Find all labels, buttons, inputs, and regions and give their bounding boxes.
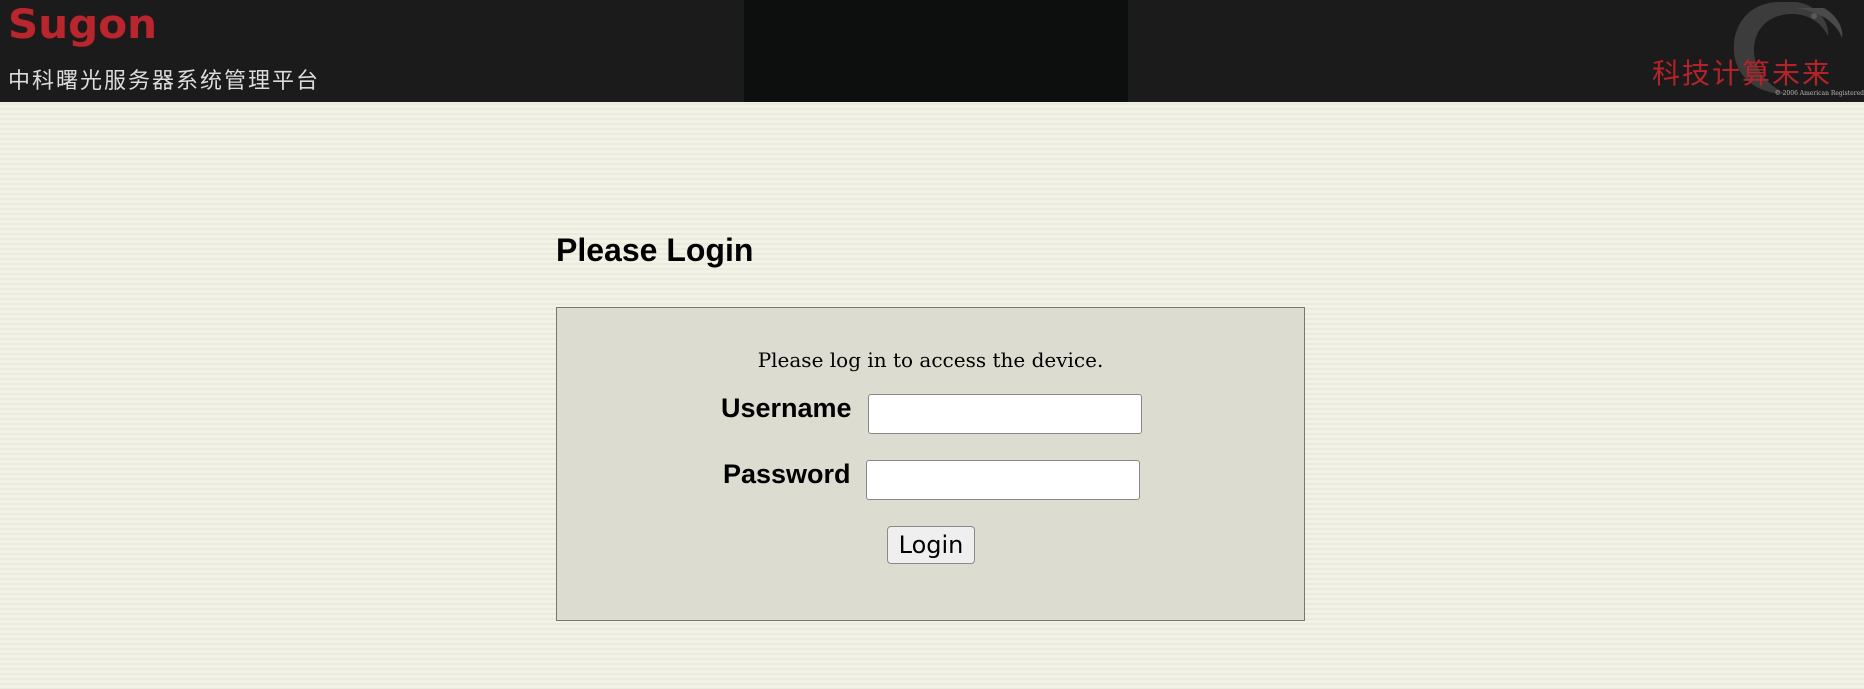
page-title: Please Login [556, 232, 754, 268]
slogan: 科技计算未来 [1651, 57, 1832, 90]
username-input[interactable] [868, 394, 1142, 434]
login-message: Please log in to access the device. [757, 348, 1104, 372]
username-label: Username [721, 393, 852, 423]
copyright-text: © 2006 American Registered [1774, 90, 1864, 97]
header-banner: Sugon 中科曙光服务器系统管理平台 科技计算未来 © 2006 Americ… [0, 0, 1864, 102]
login-button[interactable]: Login [887, 526, 975, 564]
sugon-logo: Sugon [8, 2, 157, 48]
login-form: Please log in to access the device. User… [556, 307, 1305, 621]
password-input[interactable] [866, 460, 1140, 500]
header-center-panel [744, 0, 1128, 102]
platform-title: 中科曙光服务器系统管理平台 [8, 69, 321, 94]
password-label: Password [723, 459, 851, 489]
